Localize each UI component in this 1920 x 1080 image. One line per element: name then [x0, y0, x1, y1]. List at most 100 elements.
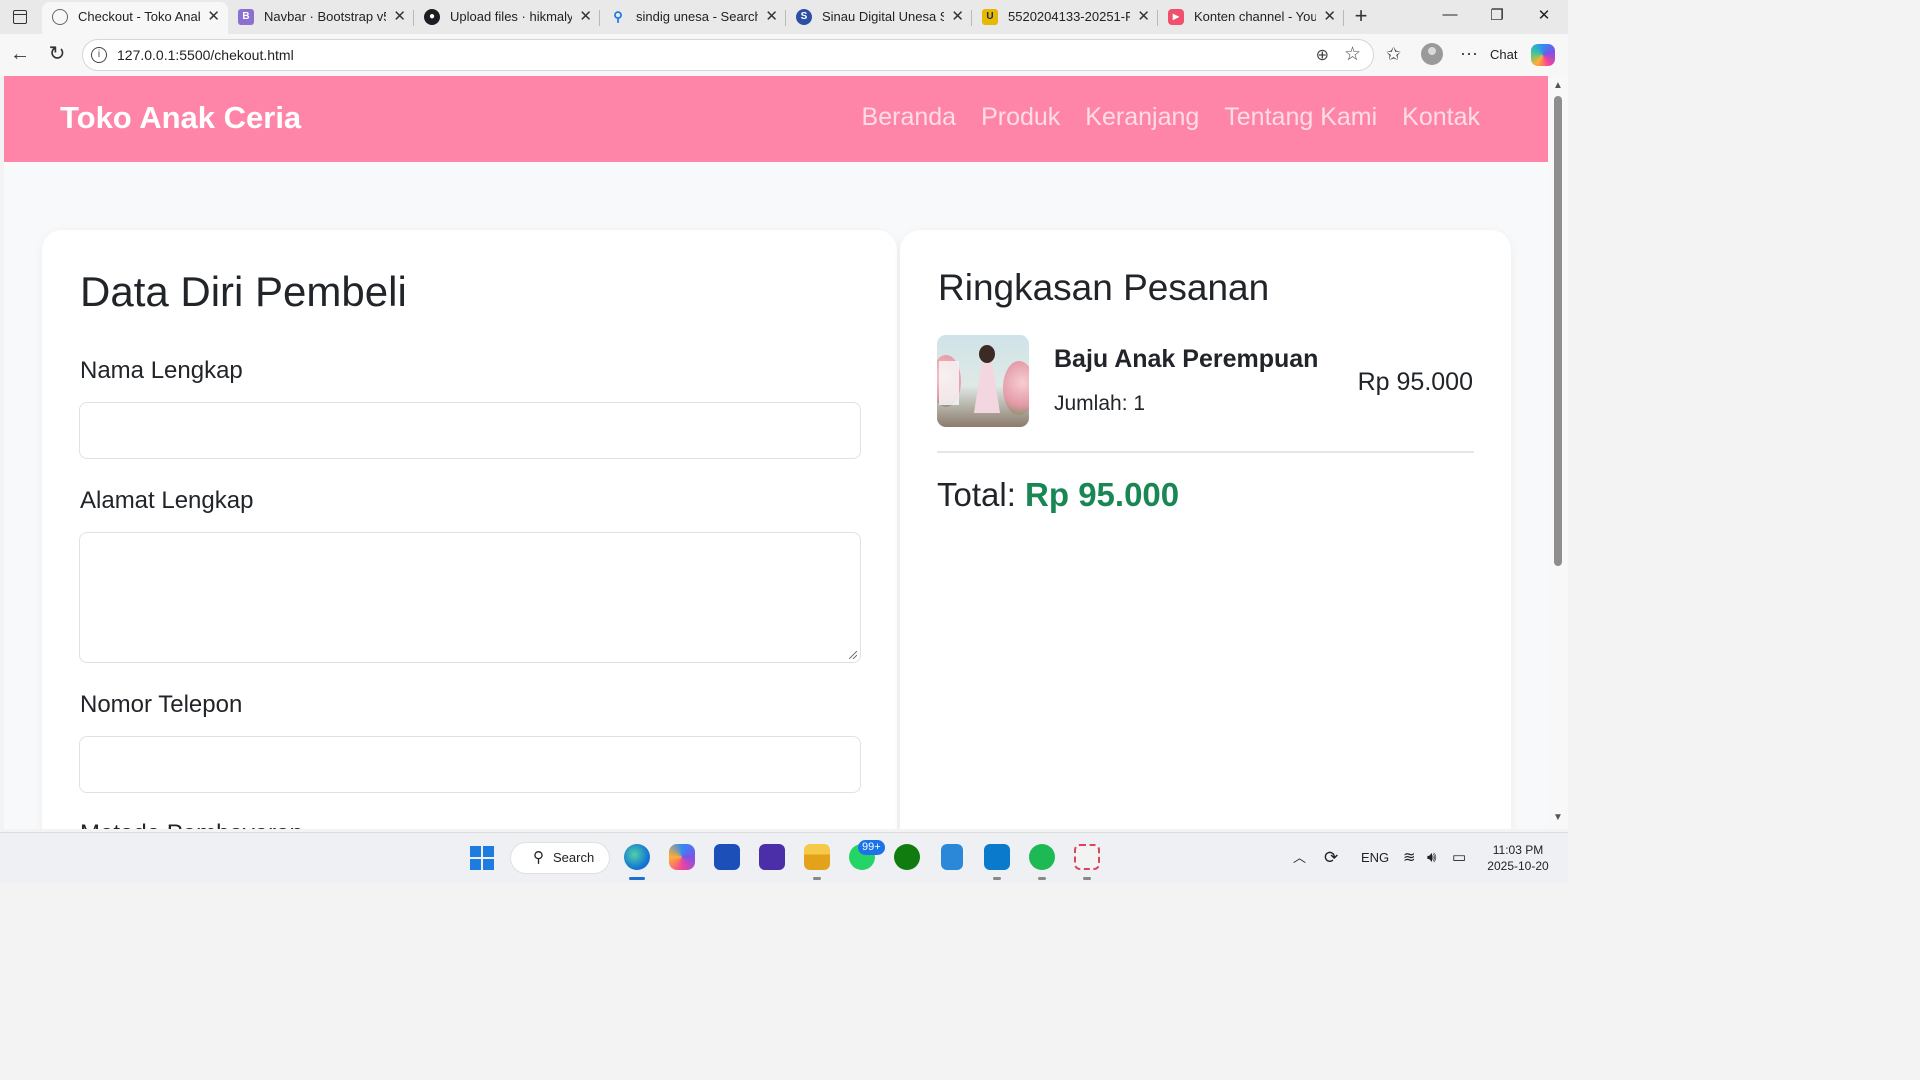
- tab-title: sindig unesa - Search: [636, 9, 758, 24]
- nav-link-beranda[interactable]: Beranda: [862, 103, 957, 132]
- tab-youtube[interactable]: ▶ Konten channel - YouT ✕: [1158, 2, 1344, 34]
- tab-title: Sinau Digital Unesa SID: [822, 9, 944, 24]
- close-icon[interactable]: ✕: [951, 2, 964, 32]
- tab-title: 5520204133-20251-Pe: [1008, 9, 1130, 24]
- xbox-icon[interactable]: [894, 844, 920, 870]
- vscode-icon[interactable]: [984, 844, 1010, 870]
- scroll-up-arrow-icon[interactable]: ▲: [1553, 80, 1563, 91]
- address-bar[interactable]: i 127.0.0.1:5500/chekout.html ⊕ ☆: [82, 39, 1374, 71]
- windows-start-icon[interactable]: [470, 846, 494, 870]
- favorites-icon[interactable]: ✩: [1386, 44, 1401, 65]
- page-scrollbar[interactable]: ▲ ▼: [1548, 76, 1568, 829]
- resize-handle-icon[interactable]: [849, 651, 857, 659]
- tab-title: Upload files · hikmalyu: [450, 9, 572, 24]
- unesa-icon: U: [982, 9, 998, 25]
- notification-badge: 99+: [858, 840, 885, 855]
- tab-checkout[interactable]: Checkout - Toko Anak ✕: [42, 2, 228, 34]
- minimize-button[interactable]: —: [1430, 6, 1470, 23]
- phone-input[interactable]: [79, 736, 861, 793]
- close-icon[interactable]: ✕: [207, 2, 220, 32]
- favorite-star-icon[interactable]: ☆: [1344, 43, 1361, 66]
- edge-browser-icon[interactable]: [624, 844, 650, 870]
- phone-label: Nomor Telepon: [80, 691, 243, 718]
- tab-sinau-digital[interactable]: S Sinau Digital Unesa SID ✕: [786, 2, 972, 34]
- back-button[interactable]: ←: [7, 42, 33, 68]
- tab-bootstrap[interactable]: B Navbar · Bootstrap v5.3 ✕: [228, 2, 414, 34]
- nav-link-keranjang[interactable]: Keranjang: [1085, 103, 1199, 132]
- language-indicator[interactable]: ENG: [1361, 833, 1389, 883]
- browser-tab-strip: Checkout - Toko Anak ✕ B Navbar · Bootst…: [0, 0, 1568, 34]
- nav-link-produk[interactable]: Produk: [981, 103, 1060, 132]
- scroll-down-arrow-icon[interactable]: ▼: [1553, 812, 1563, 823]
- flower-decoration: [1003, 361, 1029, 415]
- show-hidden-icons-icon[interactable]: ︿: [1293, 833, 1306, 883]
- bootstrap-icon: B: [238, 9, 254, 25]
- close-window-button[interactable]: ✕: [1524, 6, 1564, 24]
- close-icon[interactable]: ✕: [1137, 2, 1150, 32]
- profile-avatar[interactable]: [1421, 43, 1443, 65]
- refresh-button[interactable]: ↻: [44, 42, 70, 68]
- photo-app-icon[interactable]: [759, 844, 785, 870]
- product-image: [937, 335, 1029, 427]
- github-icon: ●: [424, 9, 440, 25]
- tab-title: Checkout - Toko Anak: [78, 9, 200, 24]
- microsoft-store-icon[interactable]: [714, 844, 740, 870]
- youtube-icon: ▶: [1168, 9, 1184, 25]
- zoom-icon[interactable]: ⊕: [1316, 45, 1329, 65]
- volume-icon[interactable]: 🔊︎: [1427, 833, 1436, 883]
- address-textarea[interactable]: [79, 532, 861, 663]
- close-icon[interactable]: ✕: [393, 2, 406, 32]
- name-input[interactable]: [79, 402, 861, 459]
- product-quantity: Jumlah: 1: [1054, 392, 1146, 415]
- order-summary-card: Ringkasan Pesanan Baju Anak Perempuan Ju…: [900, 230, 1511, 829]
- product-price: Rp 95.000: [1357, 368, 1473, 396]
- scroll-thumb[interactable]: [1554, 96, 1562, 566]
- close-icon[interactable]: ✕: [765, 2, 778, 32]
- site-menu: Beranda Produk Keranjang Tentang Kami Ko…: [862, 103, 1480, 132]
- running-indicator: [1038, 877, 1046, 880]
- wifi-icon[interactable]: ≋: [1403, 833, 1416, 883]
- windows-taskbar: ⚲ Search 99+ ︿ ⟳ ENG ≋ 🔊︎ ▭ 11:03 PM 202…: [0, 832, 1568, 883]
- taskbar-clock[interactable]: 11:03 PM 2025-10-20: [1478, 842, 1558, 874]
- nav-link-kontak[interactable]: Kontak: [1402, 103, 1480, 132]
- page-viewport: Toko Anak Ceria Beranda Produk Keranjang…: [4, 76, 1548, 829]
- file-explorer-icon[interactable]: [804, 844, 830, 870]
- order-total: Total: Rp 95.000: [937, 476, 1179, 514]
- nav-link-tentang-kami[interactable]: Tentang Kami: [1224, 103, 1377, 132]
- tab-bing-search[interactable]: ⚲ sindig unesa - Search ✕: [600, 2, 786, 34]
- running-indicator: [993, 877, 1001, 880]
- chat-button[interactable]: Chat: [1490, 42, 1517, 68]
- child-head-shape: [979, 345, 995, 363]
- clock-time: 11:03 PM: [1492, 843, 1544, 857]
- more-options-icon[interactable]: ⋯: [1460, 44, 1478, 65]
- tab-title: Navbar · Bootstrap v5.3: [264, 9, 386, 24]
- copilot-icon[interactable]: [1531, 44, 1555, 66]
- site-info-icon[interactable]: i: [91, 47, 107, 63]
- snipping-tool-icon[interactable]: [1074, 844, 1100, 870]
- copilot-app-icon[interactable]: [669, 844, 695, 870]
- taskbar-search[interactable]: ⚲ Search: [510, 842, 610, 874]
- sync-icon[interactable]: ⟳: [1324, 833, 1338, 883]
- tab-actions-button[interactable]: [8, 6, 32, 28]
- restore-button[interactable]: ❐: [1477, 6, 1517, 24]
- close-icon[interactable]: ✕: [579, 2, 592, 32]
- search-label: Search: [553, 850, 595, 865]
- site-brand[interactable]: Toko Anak Ceria: [60, 100, 301, 136]
- summary-divider: [937, 451, 1474, 453]
- tab-github[interactable]: ● Upload files · hikmalyu ✕: [414, 2, 600, 34]
- browser-toolbar: ← ↻ i 127.0.0.1:5500/chekout.html ⊕ ☆ ✩ …: [0, 34, 1568, 76]
- spotify-icon[interactable]: [1029, 844, 1055, 870]
- notepad-icon[interactable]: [941, 844, 963, 870]
- name-label: Nama Lengkap: [80, 357, 243, 384]
- battery-icon[interactable]: ▭: [1452, 833, 1466, 883]
- globe-icon: [52, 9, 68, 25]
- tab-list: Checkout - Toko Anak ✕ B Navbar · Bootst…: [42, 2, 1344, 34]
- running-indicator: [629, 877, 645, 880]
- url-text[interactable]: 127.0.0.1:5500/chekout.html: [117, 40, 294, 70]
- running-indicator: [1083, 877, 1091, 880]
- form-heading: Data Diri Pembeli: [80, 268, 407, 315]
- new-tab-button[interactable]: +: [1350, 4, 1372, 28]
- close-icon[interactable]: ✕: [1323, 2, 1336, 32]
- product-name: Baju Anak Perempuan: [1054, 345, 1319, 373]
- tab-unesa[interactable]: U 5520204133-20251-Pe ✕: [972, 2, 1158, 34]
